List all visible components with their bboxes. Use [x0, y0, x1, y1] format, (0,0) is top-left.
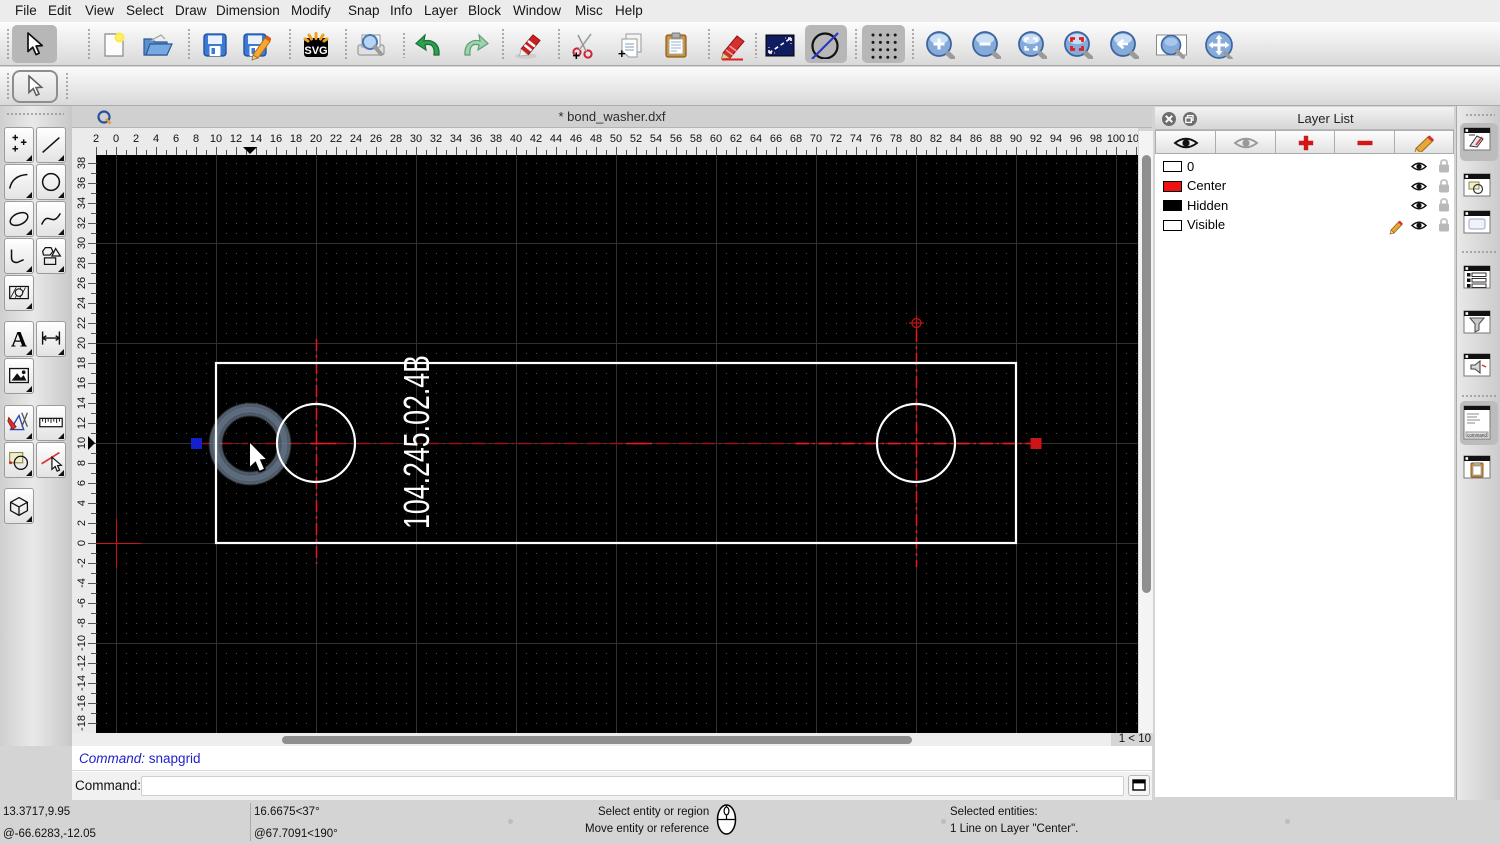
svg-text:24: 24 — [76, 297, 88, 309]
svg-text:12: 12 — [230, 133, 242, 145]
svg-text:0: 0 — [113, 133, 119, 145]
svg-text:-10: -10 — [76, 635, 88, 651]
svg-text:22: 22 — [76, 317, 88, 329]
svg-text:16: 16 — [270, 133, 282, 145]
svg-text:-16: -16 — [76, 695, 88, 711]
svg-text:56: 56 — [670, 133, 682, 145]
svg-text:50: 50 — [610, 133, 622, 145]
svg-text:-8: -8 — [76, 618, 88, 628]
svg-text:84: 84 — [950, 133, 962, 145]
svg-text:62: 62 — [730, 133, 742, 145]
svg-text:4: 4 — [76, 500, 88, 506]
svg-text:20: 20 — [310, 133, 322, 145]
svg-text:22: 22 — [330, 133, 342, 145]
svg-text:-4: -4 — [76, 578, 88, 588]
svg-text:90: 90 — [1010, 133, 1022, 145]
svg-text:36: 36 — [76, 177, 88, 189]
svg-text:8: 8 — [193, 133, 199, 145]
svg-text:100: 100 — [1107, 133, 1125, 145]
svg-text:26: 26 — [370, 133, 382, 145]
svg-text:-18: -18 — [76, 715, 88, 731]
svg-text:16: 16 — [76, 377, 88, 389]
svg-text:38: 38 — [76, 157, 88, 169]
svg-text:-2: -2 — [76, 558, 88, 568]
svg-text:-12: -12 — [76, 655, 88, 671]
svg-text:96: 96 — [1070, 133, 1082, 145]
svg-text:82: 82 — [930, 133, 942, 145]
svg-text:104.245.02.4B: 104.245.02.4B — [396, 355, 437, 529]
svg-text:8: 8 — [76, 460, 88, 466]
svg-text:+: + — [618, 46, 626, 59]
svg-text:72: 72 — [830, 133, 842, 145]
svg-text:12: 12 — [76, 417, 88, 429]
svg-text:88: 88 — [990, 133, 1002, 145]
svg-text:38: 38 — [490, 133, 502, 145]
svg-text:14: 14 — [250, 133, 262, 145]
svg-text:60: 60 — [710, 133, 722, 145]
svg-text:66: 66 — [770, 133, 782, 145]
svg-text:102: 102 — [1127, 133, 1138, 145]
svg-text:18: 18 — [290, 133, 302, 145]
svg-text:68: 68 — [790, 133, 802, 145]
svg-text:86: 86 — [970, 133, 982, 145]
svg-text:34: 34 — [76, 197, 88, 209]
svg-text:10: 10 — [210, 133, 222, 145]
svg-text:54: 54 — [650, 133, 662, 145]
svg-text:6: 6 — [76, 480, 88, 486]
svg-text:30: 30 — [410, 133, 422, 145]
svg-text:40: 40 — [510, 133, 522, 145]
svg-text:24: 24 — [350, 133, 362, 145]
svg-text:2: 2 — [93, 133, 99, 145]
svg-text:6: 6 — [173, 133, 179, 145]
svg-text:32: 32 — [76, 217, 88, 229]
svg-text:70: 70 — [810, 133, 822, 145]
svg-text:28: 28 — [76, 257, 88, 269]
svg-text:A: A — [11, 327, 27, 352]
svg-text:-6: -6 — [76, 598, 88, 608]
svg-text:18: 18 — [76, 357, 88, 369]
svg-text:26: 26 — [76, 277, 88, 289]
svg-text:2: 2 — [133, 133, 139, 145]
svg-text:58: 58 — [690, 133, 702, 145]
svg-text:4: 4 — [153, 133, 159, 145]
svg-text:78: 78 — [890, 133, 902, 145]
svg-text:10: 10 — [76, 437, 88, 449]
svg-text:80: 80 — [910, 133, 922, 145]
svg-text:20: 20 — [76, 337, 88, 349]
svg-text:30: 30 — [76, 237, 88, 249]
svg-text:52: 52 — [630, 133, 642, 145]
svg-text:48: 48 — [590, 133, 602, 145]
svg-text:98: 98 — [1090, 133, 1102, 145]
svg-text:14: 14 — [76, 397, 88, 409]
svg-text:+: + — [573, 48, 581, 59]
svg-text:42: 42 — [530, 133, 542, 145]
svg-text:28: 28 — [390, 133, 402, 145]
svg-text:92: 92 — [1030, 133, 1042, 145]
svg-text:44: 44 — [550, 133, 562, 145]
svg-text:76: 76 — [870, 133, 882, 145]
svg-text:SVG: SVG — [304, 45, 327, 57]
svg-text:74: 74 — [850, 133, 862, 145]
svg-text:64: 64 — [750, 133, 762, 145]
svg-text:94: 94 — [1050, 133, 1062, 145]
svg-text:34: 34 — [450, 133, 462, 145]
svg-text:32: 32 — [430, 133, 442, 145]
svg-text:-14: -14 — [76, 675, 88, 691]
svg-text:0: 0 — [76, 540, 88, 546]
svg-text:36: 36 — [470, 133, 482, 145]
svg-text:command: command — [1467, 433, 1487, 438]
svg-text:2: 2 — [76, 520, 88, 526]
svg-text:46: 46 — [570, 133, 582, 145]
